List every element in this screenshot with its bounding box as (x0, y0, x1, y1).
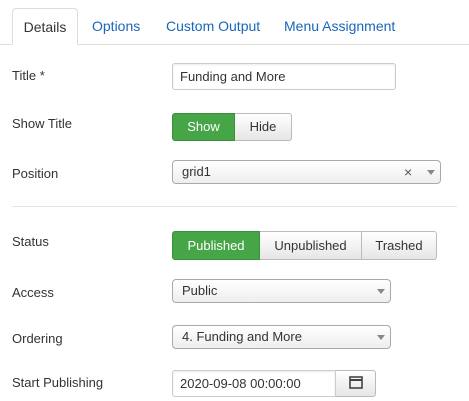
calendar-icon (349, 376, 363, 389)
calendar-button[interactable] (336, 370, 376, 397)
ordering-label: Ordering (12, 331, 63, 346)
hide-button[interactable]: Hide (235, 113, 292, 141)
tab-menu-assignment[interactable]: Menu Assignment (284, 10, 395, 44)
access-label: Access (12, 285, 54, 300)
position-value: grid1 (182, 164, 211, 179)
status-label: Status (12, 234, 49, 249)
position-label: Position (12, 166, 59, 181)
tab-custom-output[interactable]: Custom Output (166, 10, 260, 44)
title-label: Title * (12, 68, 45, 83)
unpublished-button[interactable]: Unpublished (260, 231, 362, 260)
start-publishing-input[interactable] (172, 370, 336, 397)
access-value: Public (182, 283, 218, 298)
published-button[interactable]: Published (172, 231, 260, 260)
ordering-select[interactable]: 4. Funding and More (172, 325, 391, 349)
show-title-label: Show Title (12, 116, 72, 131)
status-toggle: Published Unpublished Trashed (172, 231, 437, 260)
chevron-down-icon (427, 170, 435, 175)
start-publishing-label: Start Publishing (12, 375, 104, 390)
ordering-value: 4. Funding and More (182, 329, 302, 344)
chevron-down-icon (377, 289, 385, 294)
tab-bar: Details Options Custom Output Menu Assig… (0, 0, 469, 45)
tab-details[interactable]: Details (12, 8, 78, 45)
show-title-toggle: Show Hide (172, 113, 292, 141)
tab-options[interactable]: Options (92, 10, 140, 44)
trashed-button[interactable]: Trashed (362, 231, 437, 260)
close-icon[interactable]: × (404, 165, 412, 179)
chevron-down-icon (377, 335, 385, 340)
access-select[interactable]: Public (172, 279, 391, 303)
position-select[interactable]: grid1 × (172, 160, 441, 184)
section-divider (12, 206, 457, 207)
show-button[interactable]: Show (172, 113, 235, 141)
title-input[interactable] (172, 63, 396, 90)
